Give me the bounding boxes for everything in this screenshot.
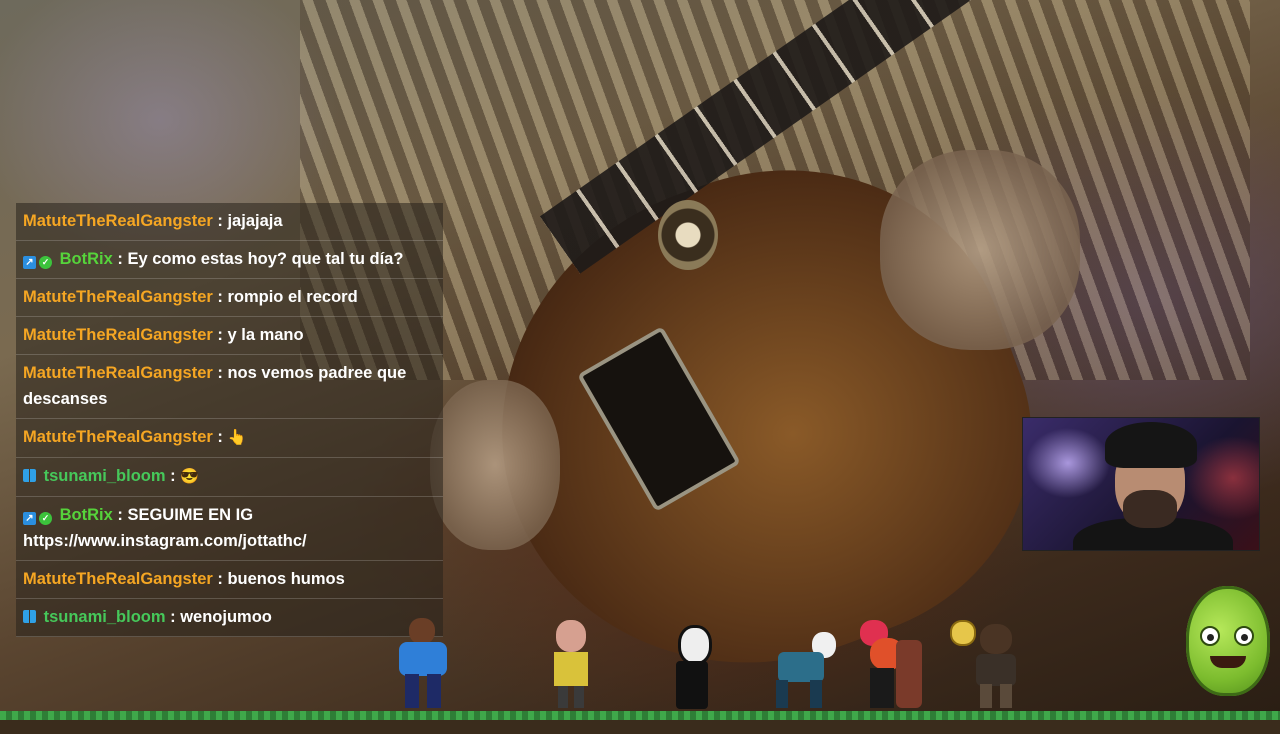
chat-text: rompio el record: [227, 288, 358, 306]
picking-hand: [430, 380, 560, 550]
sprite-skeleton-fighter: [768, 632, 838, 710]
chat-username: tsunami_bloom: [43, 608, 166, 626]
chat-message: MatuteTheRealGangster : nos vemos padree…: [16, 355, 443, 419]
sprite-pumpkin-duo: [860, 620, 926, 710]
chat-text: buenos humos: [227, 570, 345, 588]
mascot-eye: [1200, 626, 1220, 646]
chat-message: MatuteTheRealGangster : buenos humos: [16, 561, 443, 599]
chat-separator: :: [212, 212, 228, 230]
chat-overlay: MatuteTheRealGangster : jajajaja ↗ ✓ BotR…: [16, 203, 443, 637]
chat-message: tsunami_bloom : 😎: [16, 458, 443, 497]
streamer-cap: [1105, 422, 1197, 468]
chat-separator: :: [212, 288, 228, 306]
chat-separator: :: [165, 608, 181, 626]
fretting-hand: [880, 150, 1080, 350]
verified-check-icon: ✓: [39, 512, 52, 525]
chat-message: MatuteTheRealGangster : rompio el record: [16, 279, 443, 317]
chat-separator: :: [212, 326, 228, 344]
chat-separator: :: [212, 428, 228, 446]
chat-message: tsunami_bloom : wenojumoo: [16, 599, 443, 637]
chat-message: MatuteTheRealGangster : y la mano: [16, 317, 443, 355]
mascot-mouth: [1210, 656, 1246, 668]
sprite-brawler: [395, 618, 457, 710]
chat-username: MatuteTheRealGangster: [23, 364, 213, 382]
verified-check-icon: ✓: [39, 256, 52, 269]
bot-badge-icon: ↗: [23, 512, 36, 525]
chat-message: MatuteTheRealGangster : 👆: [16, 419, 443, 458]
chat-text: wenojumoo: [180, 608, 272, 626]
chat-message: ↗ ✓ BotRix : SEGUIME EN IG https://www.in…: [16, 497, 443, 561]
subscriber-badge-icon: [23, 469, 36, 482]
chat-username: MatuteTheRealGangster: [23, 212, 213, 230]
sprite-butcher: [548, 620, 594, 710]
chat-username: MatuteTheRealGangster: [23, 570, 213, 588]
chat-username: MatuteTheRealGangster: [23, 288, 213, 306]
chat-message: MatuteTheRealGangster : jajajaja: [16, 203, 443, 241]
chat-separator: :: [112, 250, 128, 268]
sunglasses-emoji: 😎: [180, 468, 199, 485]
chat-username: BotRix: [59, 250, 113, 268]
coin-icon: [950, 620, 976, 646]
chat-separator: :: [212, 364, 228, 382]
chat-message: ↗ ✓ BotRix : Ey como estas hoy? que tal t…: [16, 241, 443, 279]
chat-username: MatuteTheRealGangster: [23, 326, 213, 344]
chat-text: y la mano: [227, 326, 304, 344]
chat-username: MatuteTheRealGangster: [23, 428, 213, 446]
pixel-grass-ground: [0, 711, 1280, 720]
chat-username: BotRix: [59, 506, 113, 524]
chat-username: tsunami_bloom: [43, 467, 166, 485]
webcam-feed: [1022, 417, 1260, 551]
chat-text: Ey como estas hoy? que tal tu día?: [127, 250, 404, 268]
chat-separator: :: [165, 467, 181, 485]
mascot-eye: [1234, 626, 1254, 646]
sprite-coin-hunter: [950, 620, 1020, 710]
sprite-ghostface: [672, 625, 712, 710]
guitar-knob: [658, 200, 718, 270]
bot-badge-icon: ↗: [23, 256, 36, 269]
weed-bud-mascot: [1186, 586, 1270, 696]
subscriber-badge-icon: [23, 610, 36, 623]
pointing-up-emoji: 👆: [227, 429, 247, 446]
streamer-beard: [1123, 490, 1177, 528]
chat-separator: :: [212, 570, 228, 588]
chat-separator: :: [112, 506, 128, 524]
chat-text: jajajaja: [227, 212, 283, 230]
